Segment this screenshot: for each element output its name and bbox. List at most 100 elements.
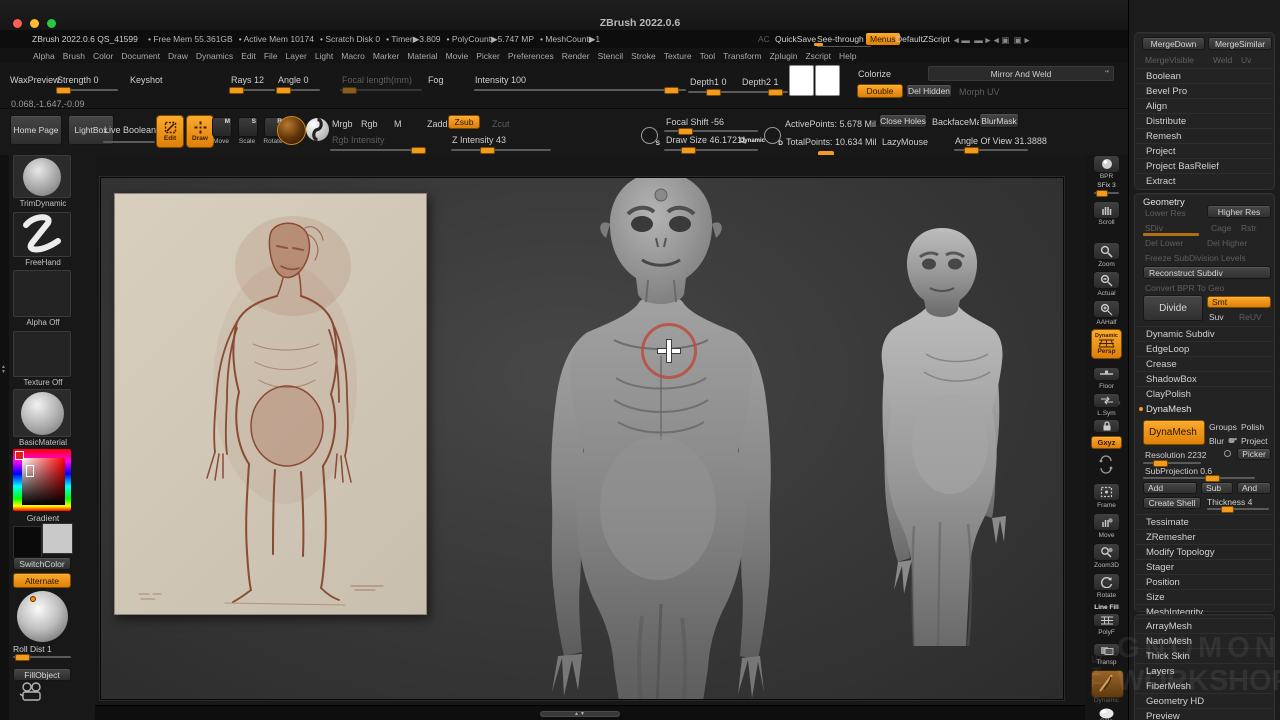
transparency-button[interactable] [1093,643,1120,657]
panel-section[interactable]: Position [1136,574,1273,589]
reuv-button[interactable]: ReUV [1239,312,1262,322]
waxpreview-button[interactable]: WaxPreview [10,75,60,85]
zoom-button[interactable] [1093,242,1120,260]
ghost-transparency-button[interactable] [1091,670,1124,698]
z-intensity-track[interactable] [451,149,551,151]
panel-section[interactable]: Align [1136,98,1273,113]
colorize-button[interactable]: Colorize [858,69,891,79]
switch-color-button[interactable]: SwitchColor [13,557,71,570]
panel-section[interactable]: NanoMesh [1136,633,1273,648]
sdiv-track[interactable] [1143,233,1199,236]
angle-slider-label[interactable]: Angle 0 [278,75,309,85]
z-intensity-handle[interactable] [480,147,495,154]
smt-toggle[interactable]: Smt [1207,296,1271,308]
panel-section[interactable]: Layers [1136,663,1273,678]
scale-button[interactable]: S [238,117,258,137]
see-through-slider[interactable]: See-through 0 [817,34,871,47]
geometry-header[interactable]: Geometry [1143,197,1185,208]
symmetry-axis-icon-2[interactable] [1099,466,1113,476]
panel-section[interactable]: Remesh [1136,128,1273,143]
panel-section[interactable]: Distribute [1136,113,1273,128]
frame-button[interactable] [1093,483,1120,501]
roll-dist-slider-label[interactable]: Roll Dist 1 [13,644,52,654]
light-position-dot[interactable] [30,596,36,602]
menu-item[interactable]: Transform [723,51,761,61]
material-thumbnail[interactable] [13,389,71,437]
dynamesh-button[interactable]: DynaMesh [1143,420,1205,445]
panel-section[interactable]: ShadowBox [1136,371,1273,386]
main-color-swatch[interactable] [13,526,42,558]
draw-size-handle[interactable] [681,147,696,154]
sfix-slider-label[interactable]: SFix 3 [1085,182,1128,189]
merge-visible-button[interactable]: MergeVisible [1145,55,1194,65]
dynamesh-section-header[interactable]: DynaMesh [1146,404,1191,415]
panel-section[interactable]: Dynamic Subdiv [1136,326,1273,341]
document-color-swatch-2[interactable] [815,65,840,96]
draw-size-slider-label[interactable]: Draw Size 46.17211 [666,135,746,145]
divide-button[interactable]: Divide [1143,295,1203,321]
rstr-button[interactable]: Rstr [1241,223,1257,233]
double-button[interactable]: Double [857,84,903,98]
angle-handle[interactable] [276,87,291,94]
menu-item[interactable]: Zplugin [770,51,798,61]
symmetry-axis-icon-1[interactable] [1099,453,1113,463]
material-s-sphere[interactable] [306,118,329,141]
aahalf-button[interactable] [1093,300,1120,318]
del-hidden-button[interactable]: Del Hidden [906,84,952,98]
menu-item[interactable]: Tool [700,51,716,61]
intensity-slider-label[interactable]: Intensity 100 [475,75,526,85]
dynamesh-polish-toggle[interactable]: Polish [1241,422,1264,432]
focal-length-slider-label[interactable]: Focal length(mm) [342,75,412,85]
secondary-color-swatch[interactable] [42,523,73,554]
merge-similar-button[interactable]: MergeSimilar [1208,37,1272,50]
resolution-circle-toggle[interactable] [1224,450,1231,457]
rotate-3d-button[interactable] [1093,573,1120,591]
sub-button[interactable]: Sub [1201,482,1233,494]
panel-section[interactable]: Size [1136,589,1273,604]
edit-button[interactable]: Edit [156,115,184,148]
panel-section[interactable]: EdgeLoop [1136,341,1273,356]
menu-item[interactable]: Macro [341,51,365,61]
zoom3d-button[interactable] [1093,543,1120,561]
live-boolean-toggle[interactable]: Live Boolean [104,125,156,135]
panel-section[interactable]: Thick Skin [1136,648,1273,663]
dynamesh-blur-slider[interactable]: Blur [1209,436,1224,446]
timeline-scrollbar[interactable]: ▲▼ [540,711,620,717]
alpha-thumbnail[interactable] [13,270,71,317]
angle-of-view-slider-label[interactable]: Angle Of View 31.3888 [955,136,1047,146]
and-button[interactable]: And [1237,482,1271,494]
uv-button[interactable]: Uv [1241,55,1251,65]
lock-button[interactable] [1093,419,1120,433]
panel-section[interactable]: Stager [1136,559,1273,574]
tray-divider-chevron[interactable]: › [1118,398,1121,407]
scrollbar-arrows-icon[interactable]: ▲▼ [574,712,586,717]
sdiv-slider-label[interactable]: SDiv [1145,223,1163,233]
movie-camera-icon[interactable] [18,682,44,702]
light-placement-sphere[interactable] [17,591,68,642]
resolution-track[interactable] [1143,462,1201,464]
picker-button[interactable]: Picker [1237,448,1271,460]
rgb-intensity-slider-label[interactable]: Rgb Intensity [332,135,385,145]
merge-down-button[interactable]: MergeDown [1142,37,1205,50]
panel-section[interactable]: ClayPolish [1136,386,1273,401]
panel-section[interactable]: Bevel Pro [1136,83,1273,98]
dynamic-draw-size-toggle[interactable]: Dynamic [740,136,765,146]
higher-res-button[interactable]: Higher Res [1207,205,1271,218]
menu-item[interactable]: Layer [286,51,307,61]
see-through-handle[interactable] [814,43,823,46]
del-higher-button[interactable]: Del Higher [1207,238,1247,248]
texture-thumbnail[interactable] [13,331,71,377]
menu-item[interactable]: Marker [373,51,399,61]
scroll-button[interactable] [1093,201,1120,219]
freeze-subdivision-button[interactable]: Freeze SubDivision Levels [1145,253,1246,263]
panel-section[interactable]: ZRemesher [1136,529,1273,544]
panel-section[interactable]: Extract [1136,173,1273,188]
document-color-swatch-1[interactable] [789,65,814,96]
menu-item[interactable]: Stencil [598,51,624,61]
reconstruct-subdiv-button[interactable]: Reconstruct Subdiv [1143,266,1271,279]
strength-handle[interactable] [56,87,71,94]
current-material-sphere[interactable] [277,116,306,145]
weld-button[interactable]: Weld [1213,55,1232,65]
menu-item[interactable]: Material [407,51,437,61]
lazy-mouse-toggle[interactable]: LazyMouse [882,137,928,147]
